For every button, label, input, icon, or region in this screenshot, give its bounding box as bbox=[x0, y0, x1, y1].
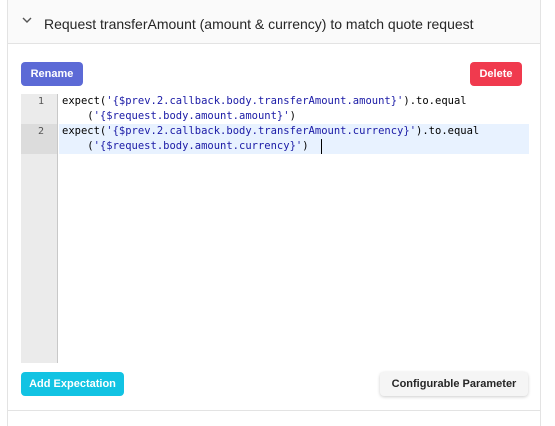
line-number: 1 bbox=[37, 96, 44, 107]
expectation-panel: Request transferAmount (amount & currenc… bbox=[7, 0, 541, 426]
code-editor[interactable]: 1 2 expect('{$prev.2.callback.body.trans… bbox=[21, 94, 529, 363]
line-number: 2 bbox=[37, 126, 44, 137]
code-line-wrap[interactable]: ('{$request.body.amount.amount}') bbox=[62, 109, 296, 124]
divider bbox=[8, 410, 540, 411]
code-token: expect( bbox=[62, 95, 107, 107]
code-token: expect( bbox=[62, 125, 107, 137]
configurable-parameter-button[interactable]: Configurable Parameter bbox=[380, 372, 528, 396]
code-token: ) bbox=[302, 140, 309, 152]
expectation-header[interactable]: Request transferAmount (amount & currenc… bbox=[8, 0, 540, 44]
code-token: ( bbox=[62, 110, 94, 122]
code-token: ).to.equal bbox=[416, 125, 480, 137]
code-token: ).to.equal bbox=[403, 95, 467, 107]
code-line[interactable]: expect('{$prev.2.callback.body.transferA… bbox=[62, 124, 479, 139]
code-line[interactable]: expect('{$prev.2.callback.body.transferA… bbox=[62, 94, 467, 109]
text-cursor bbox=[321, 139, 322, 154]
code-token: ) bbox=[289, 110, 296, 122]
add-expectation-button[interactable]: Add Expectation bbox=[21, 372, 124, 396]
delete-button[interactable]: Delete bbox=[470, 62, 522, 86]
rename-button[interactable]: Rename bbox=[21, 62, 83, 86]
expectation-title: Request transferAmount (amount & currenc… bbox=[44, 16, 474, 32]
code-string: '{$prev.2.callback.body.transferAmount.c… bbox=[106, 125, 417, 137]
code-string: '{$request.body.amount.amount}' bbox=[93, 110, 290, 122]
line-number-gutter: 1 2 bbox=[21, 94, 58, 363]
code-token: ( bbox=[62, 140, 94, 152]
chevron-down-icon[interactable] bbox=[20, 13, 34, 27]
code-string: '{$request.body.amount.currency}' bbox=[93, 140, 303, 152]
code-line-wrap[interactable]: ('{$request.body.amount.currency}') bbox=[62, 139, 309, 154]
code-string: '{$prev.2.callback.body.transferAmount.a… bbox=[106, 95, 404, 107]
